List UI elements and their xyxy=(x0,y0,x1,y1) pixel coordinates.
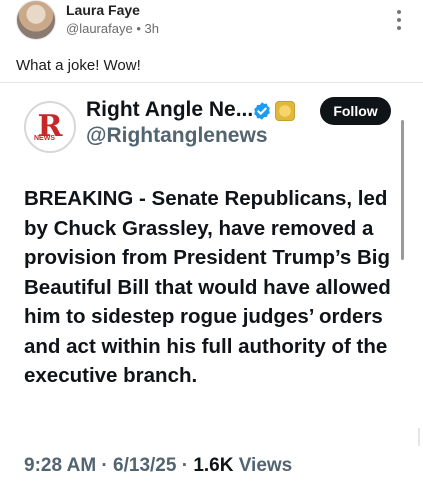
avatar[interactable] xyxy=(16,0,56,40)
views-label: Views xyxy=(233,455,293,476)
post-header: Laura Faye @laurafaye • 3h xyxy=(0,0,423,50)
logo-tag: NEWS xyxy=(34,135,55,142)
account-handle[interactable]: @Rightanglenews xyxy=(86,124,268,148)
account-name[interactable]: Right Angle Ne... xyxy=(86,98,253,122)
author-handle[interactable]: @laurafaye xyxy=(66,21,133,36)
views-count: 1.6K xyxy=(193,455,234,476)
news-logo[interactable]: R NEWS xyxy=(24,101,76,153)
author-name[interactable]: Laura Faye xyxy=(66,2,140,18)
tweet-footer: 9:28 AM · 6/13/25 · 1.6K Views xyxy=(24,455,292,477)
post-time: 3h xyxy=(144,21,159,36)
author-meta: @laurafaye • 3h xyxy=(66,21,159,36)
meta-separator: • xyxy=(136,21,141,36)
tweet-timestamp[interactable]: 9:28 AM · 6/13/25 · xyxy=(24,455,193,476)
embed-divider xyxy=(0,82,423,83)
verified-badge-icon xyxy=(254,102,270,120)
scrollbar-track xyxy=(418,428,420,446)
gold-affiliate-icon xyxy=(275,101,295,121)
follow-button[interactable]: Follow xyxy=(320,97,391,125)
more-vertical-icon[interactable] xyxy=(395,10,403,30)
scrollbar[interactable] xyxy=(401,120,404,260)
post-text: What a joke! Wow! xyxy=(16,57,141,74)
tweet-body: BREAKING - Senate Republicans, led by Ch… xyxy=(24,187,391,387)
